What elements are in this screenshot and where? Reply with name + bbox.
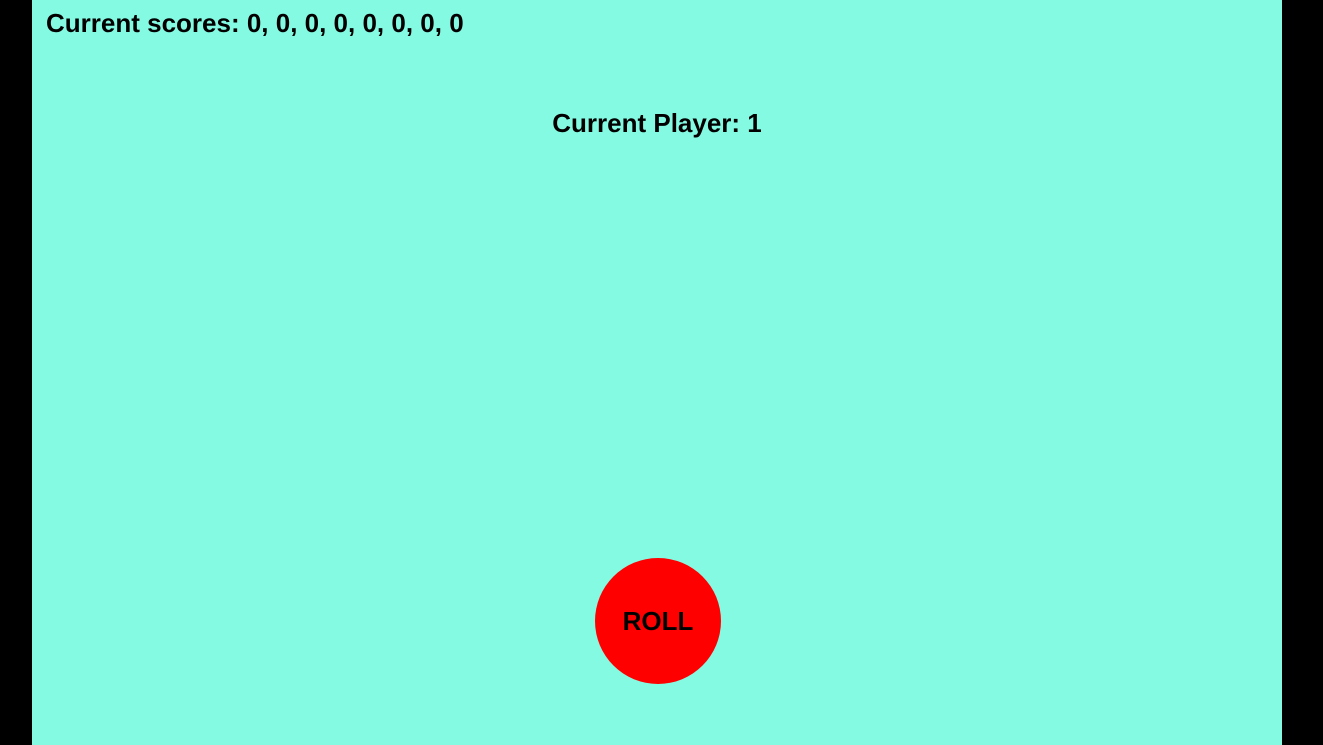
current-scores-label: Current scores: 0, 0, 0, 0, 0, 0, 0, 0 (46, 8, 464, 38)
current-player-label: Current Player: 1 (552, 108, 762, 138)
roll-button[interactable]: ROLL (595, 558, 721, 684)
game-viewport: Current scores: 0, 0, 0, 0, 0, 0, 0, 0 C… (0, 0, 1323, 745)
game-canvas: Current scores: 0, 0, 0, 0, 0, 0, 0, 0 C… (32, 0, 1282, 745)
